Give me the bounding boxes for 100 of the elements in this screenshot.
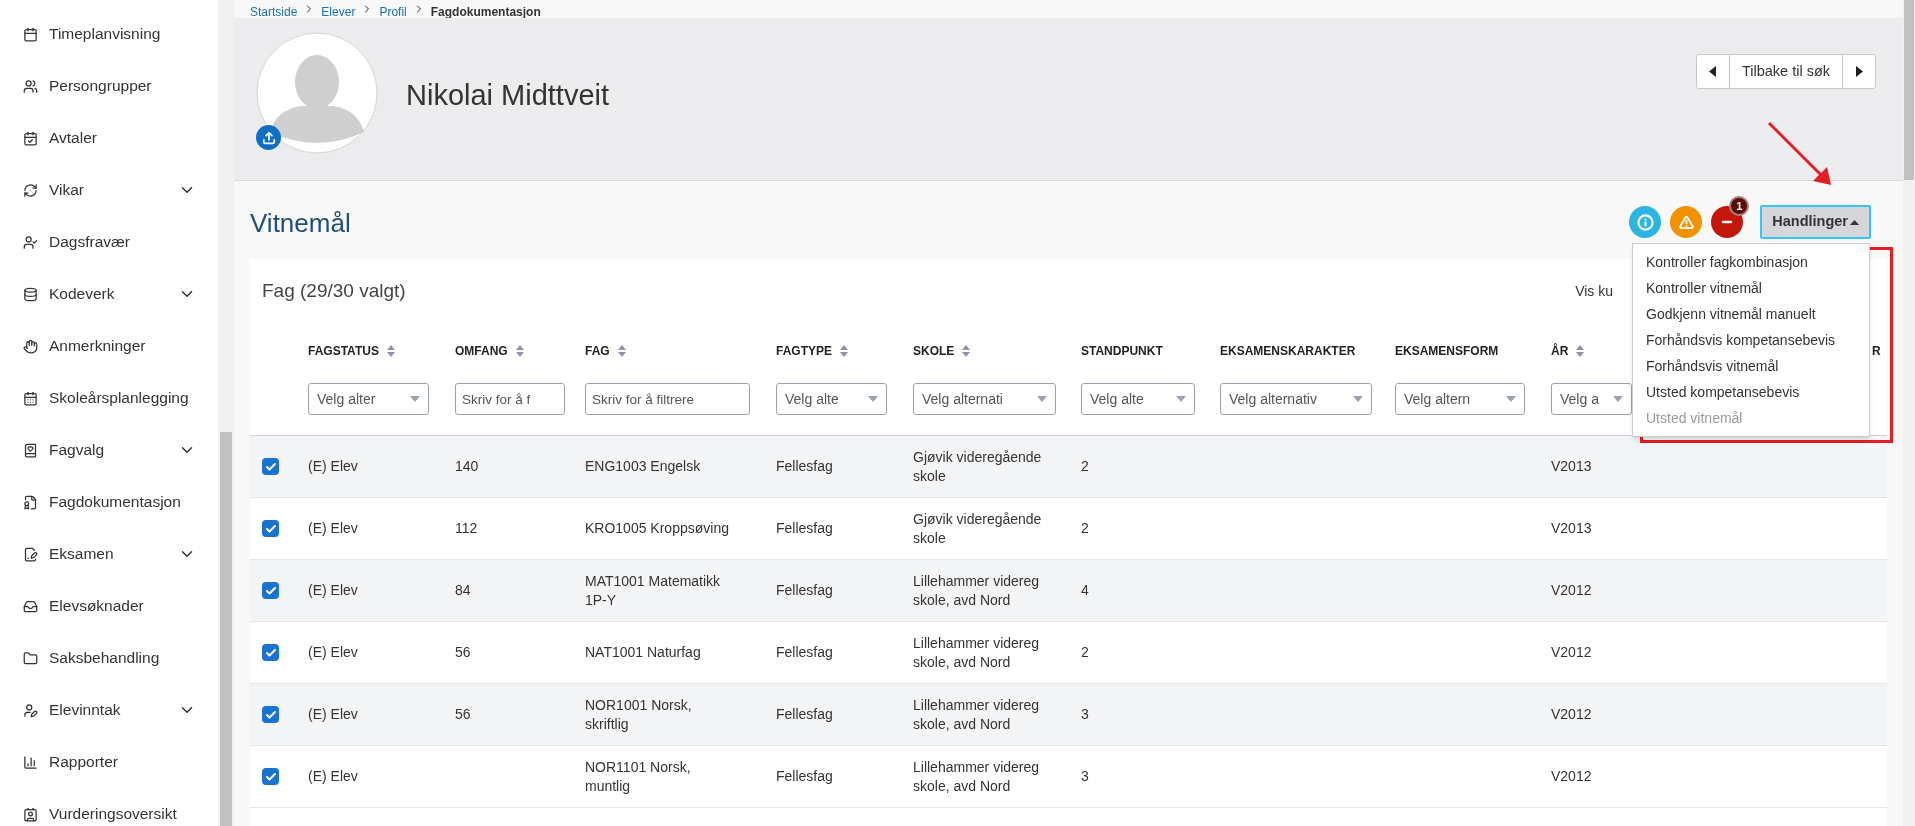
checkmark-icon	[264, 584, 277, 597]
sidebar-item[interactable]: Vurderingsoversikt	[0, 788, 218, 826]
select-field[interactable]: Velg alte	[776, 383, 887, 415]
row-checkbox[interactable]	[262, 582, 279, 599]
pointer-arrow	[1767, 121, 1833, 187]
caret-icon	[1176, 396, 1186, 402]
select-field[interactable]: Velg altern	[1395, 383, 1525, 415]
select-field[interactable]: Velg a	[1551, 383, 1632, 415]
sidebar-item[interactable]: Skoleårsplanlegging	[0, 372, 218, 424]
sidebar-item[interactable]: Kodeverk	[0, 268, 218, 320]
select-field[interactable]: Velg alte	[1081, 383, 1195, 415]
table-cell-text: 2	[1081, 643, 1090, 662]
table-cell-text: NOR1101 Norsk, muntlig	[585, 757, 692, 796]
sidebar-item[interactable]: Dagsfravær	[0, 216, 218, 268]
filter-field[interactable]: Skriv for å filtrere	[585, 383, 750, 415]
breadcrumb-link[interactable]: Elever	[321, 6, 356, 18]
row-checkbox[interactable]	[262, 644, 279, 661]
filter-field[interactable]: Skriv for å f	[455, 383, 565, 415]
upload-photo-button[interactable]	[256, 125, 281, 150]
column-header[interactable]: FAG	[585, 342, 626, 360]
actions-button[interactable]: Handlinger	[1760, 205, 1871, 239]
menu-item[interactable]: Kontroller vitnemål	[1633, 275, 1869, 301]
table-cell-text: 56	[455, 705, 472, 724]
table-cell-text: KRO1005 Kroppsøving	[585, 519, 730, 538]
menu-item[interactable]: Kontroller fagkombinasjon	[1633, 249, 1869, 275]
table-cell-text: 140	[455, 457, 480, 476]
table-title: Fag (29/30 valgt)	[262, 278, 406, 303]
sort-icon[interactable]	[515, 345, 524, 357]
table-cell-text: 3	[1081, 705, 1090, 724]
people-icon	[23, 78, 38, 94]
table-cell-text: Fellesfag	[776, 643, 834, 662]
checkmark-icon	[264, 646, 277, 659]
table-cell-text: Fellesfag	[776, 519, 834, 538]
sidebar-item[interactable]: Elevinntak	[0, 684, 218, 736]
breadcrumb-link[interactable]: Startside	[250, 6, 298, 18]
refresh-icon	[23, 182, 38, 198]
show-link[interactable]: Vis ku	[1575, 280, 1613, 302]
column-header: EKSAMENSFORM	[1395, 343, 1499, 360]
sort-icon[interactable]	[617, 345, 626, 357]
table-cell-text: (E) Elev	[308, 643, 359, 662]
menu-item[interactable]: Godkjenn vitnemål manuelt	[1633, 301, 1869, 327]
sidebar-item[interactable]: Avtaler	[0, 112, 218, 164]
sidebar-item[interactable]: Saksbehandling	[0, 632, 218, 684]
document-icon	[23, 494, 38, 510]
sidebar-item[interactable]: Persongrupper	[0, 60, 218, 112]
folder-icon	[23, 650, 38, 666]
select-field[interactable]: Velg alternati	[913, 383, 1056, 415]
sidebar-item[interactable]: Fagvalg	[0, 424, 218, 476]
sort-icon[interactable]	[386, 345, 395, 357]
checkmark-icon	[264, 522, 277, 535]
user-check-icon	[23, 234, 38, 250]
menu-item[interactable]: Forhåndsvis kompetansebevis	[1633, 327, 1869, 353]
scrollbar-thumb[interactable]	[1904, 0, 1914, 180]
table-cell-text: 3	[1081, 767, 1090, 786]
table-cell-text: NOR1001 Norsk, skriftlig	[585, 695, 693, 734]
sidebar-item[interactable]: Rapporter	[0, 736, 218, 788]
table-cell-text: V2013	[1551, 457, 1593, 476]
sidebar-item[interactable]: Eksamen	[0, 528, 218, 580]
row-checkbox[interactable]	[262, 520, 279, 537]
caret-icon	[1613, 396, 1623, 402]
column-header[interactable]: SKOLE	[913, 342, 971, 360]
sidebar-item[interactable]: Timeplanvisning	[0, 8, 218, 60]
row-checkbox[interactable]	[262, 706, 279, 723]
caret-icon	[1506, 396, 1516, 402]
table-cell-text: (E) Elev	[308, 767, 359, 786]
sort-icon[interactable]	[840, 345, 848, 357]
table-cell-text: Fellesfag	[776, 457, 834, 476]
column-header[interactable]: FAGSTATUS	[308, 342, 395, 360]
scrollbar-thumb[interactable]	[220, 432, 232, 826]
select-field[interactable]: Velg alternativ	[1220, 383, 1372, 415]
caret-icon	[1037, 396, 1047, 402]
sidebar-item[interactable]: Anmerkninger	[0, 320, 218, 372]
hand-icon	[23, 338, 38, 354]
table-cell-text: Gjøvik videregående skole	[913, 447, 1043, 486]
row-checkbox[interactable]	[262, 768, 279, 785]
column-header: EKSAMENSKARAKTER	[1220, 343, 1356, 360]
table-cell-text: (E) Elev	[308, 705, 359, 724]
menu-item[interactable]: Forhåndsvis vitnemål	[1633, 353, 1869, 379]
next-icon	[1855, 66, 1863, 77]
table-cell-text: 4	[1081, 581, 1090, 600]
sidebar-item[interactable]: Vikar	[0, 164, 218, 216]
menu-item[interactable]: Utsted kompetansebevis	[1633, 379, 1869, 405]
upload-icon	[261, 130, 276, 145]
sort-icon[interactable]	[962, 345, 971, 357]
sidebar-item[interactable]: Fagdokumentasjon	[0, 476, 218, 528]
column-header[interactable]: OMFANG	[455, 342, 524, 360]
column-header[interactable]: ÅR	[1551, 342, 1585, 360]
checkmark-icon	[264, 770, 277, 783]
select-field[interactable]: Velg alter	[308, 383, 429, 415]
sort-icon[interactable]	[1576, 345, 1585, 357]
column-header[interactable]: FAGTYPE	[776, 342, 848, 360]
column-header: STANDPUNKT	[1081, 343, 1163, 360]
row-checkbox[interactable]	[262, 458, 279, 475]
table-cell-text: V2013	[1551, 519, 1593, 538]
table-cell-text: (E) Elev	[308, 519, 359, 538]
sidebar-item[interactable]: Elevsøknader	[0, 580, 218, 632]
table-cell-text: Gjøvik videregående skole	[913, 509, 1043, 548]
table-cell-text: Lillehammer videreg skole, avd Nord	[913, 757, 1041, 796]
table-cell-text: Fellesfag	[776, 581, 834, 600]
breadcrumb-link[interactable]: Profil	[379, 6, 407, 18]
